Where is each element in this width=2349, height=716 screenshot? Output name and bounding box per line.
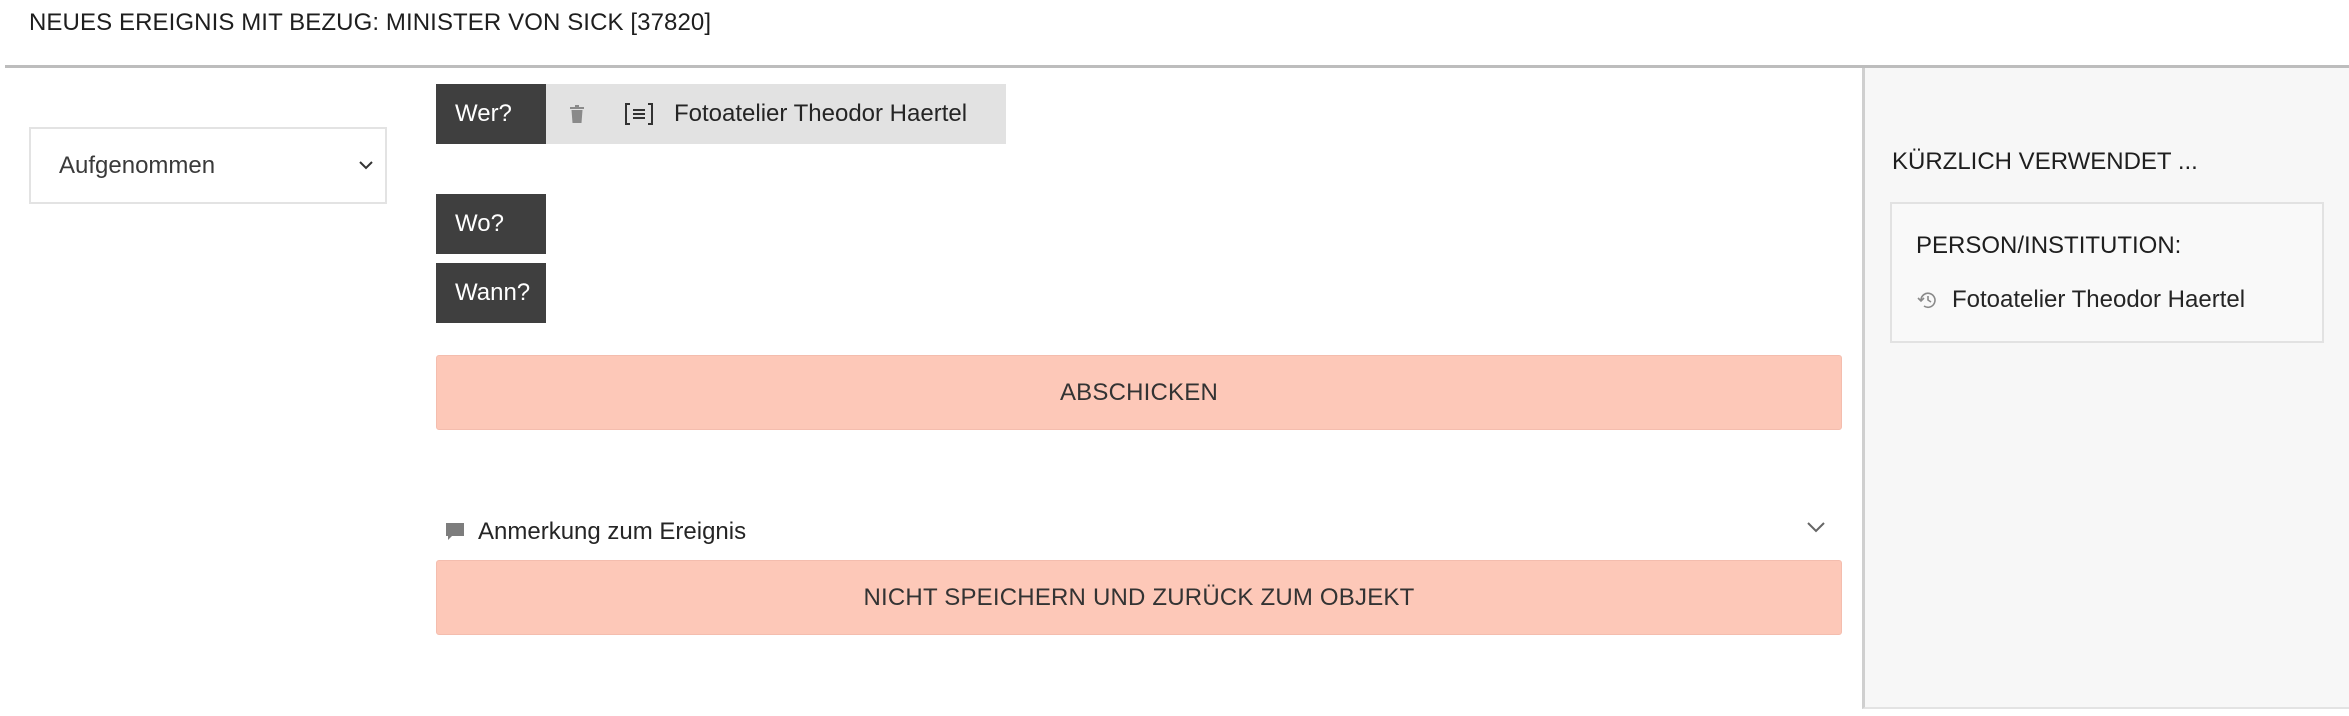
list-detail-icon[interactable]: [608, 84, 670, 144]
recently-used-category: PERSON/INSTITUTION:: [1916, 232, 2182, 259]
when-row: Wann?: [436, 263, 546, 323]
event-type-select[interactable]: Aufgenommen: [29, 127, 387, 204]
recently-used-title: KÜRZLICH VERWENDET ...: [1892, 148, 2198, 175]
who-button[interactable]: Wer?: [436, 84, 546, 144]
who-entity-label: Fotoatelier Theodor Haertel: [674, 100, 968, 127]
event-type-value: Aufgenommen: [59, 151, 216, 179]
who-entity-chip: Fotoatelier Theodor Haertel: [546, 84, 1006, 144]
event-form: Aufgenommen Wer? Fotoatelier Theodor Hae…: [0, 68, 1862, 708]
trash-icon[interactable]: [546, 84, 608, 144]
comment-icon: [444, 521, 466, 543]
where-button[interactable]: Wo?: [436, 194, 546, 254]
submit-button[interactable]: ABSCHICKEN: [436, 355, 1842, 430]
event-note-label: Anmerkung zum Ereignis: [478, 518, 747, 545]
page-header: NEUES EREIGNIS MIT BEZUG: MINISTER VON S…: [0, 0, 2349, 68]
recent-item-label: Fotoatelier Theodor Haertel: [1952, 286, 2246, 313]
chevron-down-icon: [1806, 520, 1830, 544]
where-row: Wo?: [436, 194, 546, 254]
page-title: NEUES EREIGNIS MIT BEZUG: MINISTER VON S…: [29, 9, 712, 36]
recent-item[interactable]: Fotoatelier Theodor Haertel: [1916, 286, 2245, 314]
chevron-down-icon: [355, 155, 377, 177]
recently-used-card: PERSON/INSTITUTION: Fotoatelier Theodor …: [1890, 202, 2324, 343]
cancel-back-button[interactable]: NICHT SPEICHERN UND ZURÜCK ZUM OBJEKT: [436, 560, 1842, 635]
who-row: Wer? Fotoatelier Theodor Haertel: [436, 84, 1006, 144]
recently-used-panel: KÜRZLICH VERWENDET ... PERSON/INSTITUTIO…: [1862, 68, 2349, 709]
history-icon: [1916, 289, 1938, 311]
when-button[interactable]: Wann?: [436, 263, 546, 323]
